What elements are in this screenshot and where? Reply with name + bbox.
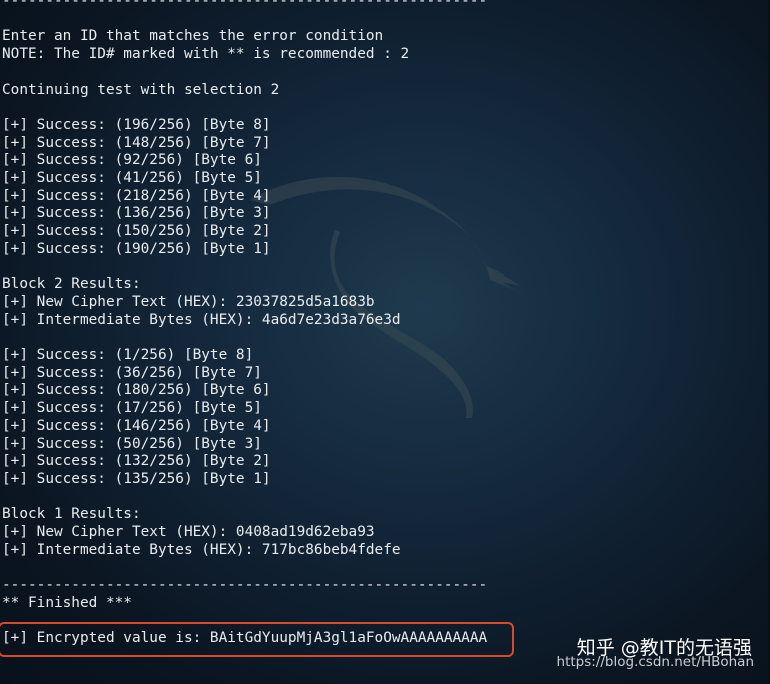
terminal-line: [+] Success: (146/256) [Byte 4] (2, 417, 271, 434)
terminal-line: [+] New Cipher Text (HEX): 0408ad19d62eb… (2, 524, 375, 540)
terminal-line: Block 2 Results: (2, 276, 141, 293)
terminal-line: [+] Success: (132/256) [Byte 2] (2, 453, 271, 470)
terminal-line: ** Finished *** (2, 594, 132, 611)
terminal-line: [+] Success: (17/256) [Byte 5] (2, 400, 262, 417)
terminal-line: [+] Success: (136/256) [Byte 3] (2, 205, 271, 222)
terminal-line: [+] Success: (148/256) [Byte 7] (2, 134, 271, 151)
terminal-line: ----------------------------------------… (2, 0, 488, 9)
terminal-line: [+] Intermediate Bytes (HEX): 4a6d7e23d3… (2, 311, 401, 328)
terminal-line: [+] Success: (1/256) [Byte 8] (2, 347, 254, 363)
terminal-line: [+] Success: (196/256) [Byte 8] (2, 116, 271, 133)
terminal-line: [+] Success: (41/256) [Byte 5] (2, 170, 262, 186)
terminal-line: [+] Success: (190/256) [Byte 1] (2, 240, 271, 257)
terminal-line: [+] Success: (50/256) [Byte 3] (2, 435, 262, 452)
terminal-line: [+] Success: (150/256) [Byte 2] (2, 223, 271, 240)
terminal-line: Block 1 Results: (2, 506, 141, 523)
terminal-line: [+] Success: (218/256) [Byte 4] (2, 187, 271, 204)
encrypted-value-highlight (0, 622, 514, 657)
watermark-url: https://blog.csdn.net/HBohan (556, 654, 754, 670)
terminal-line: [+] Success: (92/256) [Byte 6] (2, 152, 262, 169)
terminal-window[interactable]: ----------------------------------------… (0, 0, 770, 684)
terminal-line: ----------------------------------------… (2, 577, 488, 594)
terminal-line: [+] New Cipher Text (HEX): 23037825d5a16… (2, 293, 375, 310)
terminal-line: Enter an ID that matches the error condi… (2, 28, 384, 45)
terminal-line: [+] Intermediate Bytes (HEX): 717bc86beb… (2, 541, 401, 558)
terminal-line: [+] Success: (180/256) [Byte 6] (2, 382, 271, 399)
terminal-line: NOTE: The ID# marked with ** is recommen… (2, 46, 410, 63)
terminal-line: [+] Success: (135/256) [Byte 1] (2, 470, 271, 487)
terminal-line: [+] Success: (36/256) [Byte 7] (2, 364, 262, 381)
terminal-line: Continuing test with selection 2 (2, 81, 280, 98)
kali-dragon-logo (250, 176, 520, 418)
